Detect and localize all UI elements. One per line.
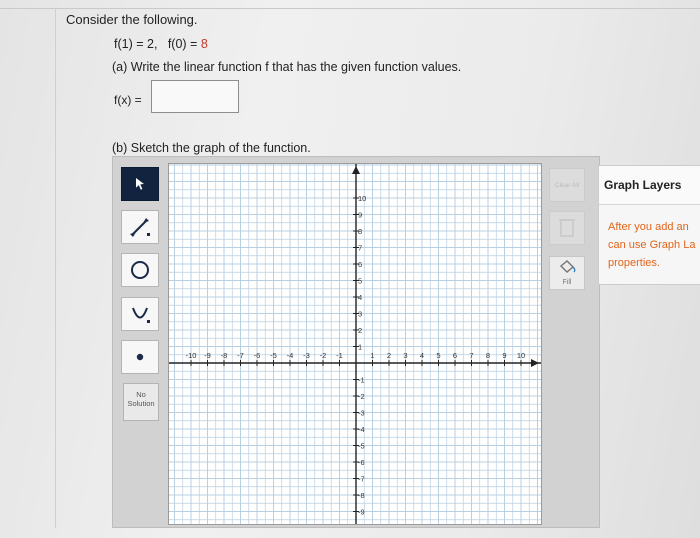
parabola-tool-button[interactable]: [121, 297, 159, 331]
x-tick-label: 3: [403, 351, 407, 360]
delete-button[interactable]: [549, 211, 585, 245]
y-tick-label: -4: [358, 425, 365, 434]
problem-intro: Consider the following.: [66, 12, 198, 27]
pointer-tool-button[interactable]: [121, 167, 159, 201]
x-tick-label: -7: [237, 351, 244, 360]
graph-layers-header: Graph Layers: [599, 166, 700, 205]
y-tick-label: 5: [358, 277, 362, 286]
clear-all-button[interactable]: Clear All: [549, 168, 585, 202]
circle-tool-button[interactable]: [121, 253, 159, 287]
y-tick-label: -7: [358, 475, 365, 484]
x-tick-label: 2: [387, 351, 391, 360]
circle-tool-icon: [131, 261, 149, 279]
line-tool-icon: [130, 218, 150, 237]
no-solution-label-line2: Solution: [127, 399, 155, 408]
x-tick-label: 10: [517, 351, 525, 360]
y-tick-label: -2: [358, 392, 365, 401]
left-divider: [55, 8, 56, 528]
y-tick-label: -6: [358, 458, 365, 467]
y-tick-label: 8: [358, 227, 362, 236]
assignment-page: Consider the following. f(1) = 2, f(0) =…: [0, 0, 700, 538]
top-divider: [0, 8, 700, 9]
trash-icon: [559, 219, 575, 237]
y-tick-label: 4: [358, 293, 362, 302]
x-tick-label: 1: [370, 351, 374, 360]
x-tick-label: -1: [336, 351, 343, 360]
fill-label: Fill: [562, 279, 572, 286]
x-tick-label: 4: [420, 351, 424, 360]
pointer-icon: [136, 178, 144, 190]
y-tick-label: 3: [358, 310, 362, 319]
graph-layers-help-line2: can use Graph La: [608, 239, 696, 251]
fill-button[interactable]: Fill: [549, 256, 585, 290]
x-tick-label: 8: [486, 351, 490, 360]
x-tick-label: 7: [469, 351, 473, 360]
y-tick-label: -8: [358, 491, 365, 500]
x-tick-label: 5: [436, 351, 440, 360]
y-tick-label: 6: [358, 260, 362, 269]
y-tick-label: -5: [358, 442, 365, 451]
point-tool-button[interactable]: [121, 340, 159, 374]
x-tick-label: -3: [303, 351, 310, 360]
graph-layers-help-line3: properties.: [608, 257, 660, 269]
y-tick-label: -3: [358, 409, 365, 418]
y-axis-arrow: [352, 166, 360, 174]
no-solution-label-line1: No: [136, 390, 146, 399]
given-values: f(1) = 2, f(0) = 8: [114, 37, 208, 51]
paint-bucket-icon: [559, 260, 576, 273]
graph-layers-title: Graph Layers: [604, 178, 682, 192]
y-tick-label: 2: [358, 326, 362, 335]
fx-label: f(x) =: [114, 93, 142, 107]
x-tick-label: 9: [502, 351, 506, 360]
x-tick-label: -2: [320, 351, 327, 360]
graph-area[interactable]: -10 -9 -8 -7 -6 -5 -4 -3 -2 -1 1 2 3 4 5 6 7 8 9 10 10 9 8 7 6 5 4…: [168, 163, 542, 525]
given-values-text: f(1) = 2, f(0) =: [114, 37, 201, 51]
y-tick-label: -9: [358, 508, 365, 517]
parabola-tool-icon: [132, 307, 150, 323]
x-tick-label: -10: [186, 351, 197, 360]
given-highlight: 8: [200, 37, 208, 51]
y-tick-label: 1: [358, 343, 362, 352]
answer-input[interactable]: [151, 80, 239, 113]
point-tool-icon: [136, 353, 144, 361]
graph-layers-panel: Graph Layers After you add an can use Gr…: [598, 165, 700, 285]
no-solution-button[interactable]: No Solution: [123, 383, 159, 421]
graph-layers-help: After you add an can use Graph La proper…: [608, 218, 695, 272]
part-b-prompt: (b) Sketch the graph of the function.: [112, 141, 311, 155]
y-tick-label: 7: [358, 244, 362, 253]
y-tick-label: -1: [358, 376, 365, 385]
x-tick-label: -4: [287, 351, 294, 360]
y-tick-label: 10: [358, 194, 366, 203]
part-a-prompt: (a) Write the linear function f that has…: [112, 60, 462, 74]
x-tick-label: -5: [270, 351, 277, 360]
graph-layers-help-line1: After you add an: [608, 221, 689, 233]
x-tick-label: 6: [453, 351, 457, 360]
line-tool-button[interactable]: [121, 210, 159, 244]
x-tick-label: -6: [254, 351, 261, 360]
coordinate-grid[interactable]: -10 -9 -8 -7 -6 -5 -4 -3 -2 -1 1 2 3 4 5 6 7 8 9 10 10 9 8 7 6 5 4…: [169, 164, 541, 524]
x-tick-label: -9: [204, 351, 211, 360]
y-tick-label: 9: [358, 211, 362, 220]
x-tick-label: -8: [221, 351, 228, 360]
